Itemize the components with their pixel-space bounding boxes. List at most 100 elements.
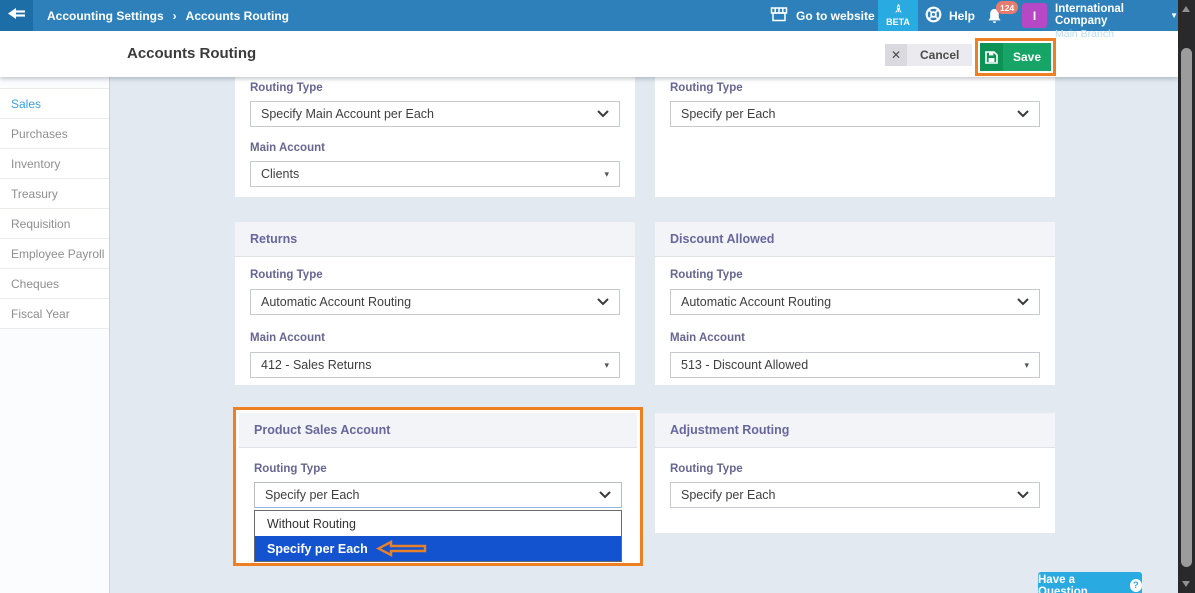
settings-sidebar: Sales Purchases Inventory Treasury Requi… xyxy=(0,77,110,593)
routing-type-label: Routing Type xyxy=(670,82,1040,94)
notification-count-badge: 124 xyxy=(996,1,1018,14)
chevron-down-icon xyxy=(597,295,609,309)
scrollbar-up-arrow-icon[interactable] xyxy=(1182,6,1190,12)
help-label: Help xyxy=(949,9,975,23)
save-button-label: Save xyxy=(1003,43,1051,71)
select-value: 513 - Discount Allowed xyxy=(681,358,808,372)
page-title: Accounts Routing xyxy=(127,31,256,77)
discount-allowed-panel: Discount Allowed Routing Type Automatic … xyxy=(655,222,1055,385)
chevron-down-icon xyxy=(599,488,611,502)
discount-main-account-select[interactable]: 513 - Discount Allowed ▾ xyxy=(670,352,1040,378)
adjustment-routing-type-select[interactable]: Specify per Each xyxy=(670,482,1040,508)
breadcrumb-current: Accounts Routing xyxy=(186,9,289,23)
returns-panel: Returns Routing Type Automatic Account R… xyxy=(235,222,635,385)
save-floppy-icon xyxy=(980,43,1003,71)
discount-routing-type-select[interactable]: Automatic Account Routing xyxy=(670,289,1040,315)
sidebar-item-cheques[interactable]: Cheques xyxy=(0,269,109,299)
vertical-scrollbar[interactable] xyxy=(1178,0,1195,593)
dropdown-option-without-routing[interactable]: Without Routing xyxy=(255,511,621,536)
routing-type-label: Routing Type xyxy=(250,82,620,94)
option-label: Specify per Each xyxy=(267,542,368,556)
dropdown-option-specify-per-each[interactable]: Specify per Each xyxy=(255,536,621,561)
routing-type-label: Routing Type xyxy=(254,463,622,475)
routing-type-label: Routing Type xyxy=(670,463,1040,475)
returns-routing-type-select[interactable]: Automatic Account Routing xyxy=(250,289,620,315)
select-value: Specify per Each xyxy=(265,488,360,502)
chevron-down-icon xyxy=(1017,295,1029,309)
rocket-icon xyxy=(893,4,904,17)
select-value: Specify per Each xyxy=(681,488,776,502)
product-sales-routing-type-select[interactable]: Specify per Each xyxy=(254,482,622,508)
main-account-label: Main Account xyxy=(250,332,620,344)
returns-panel-title: Returns xyxy=(235,222,635,257)
sales-main-account-select[interactable]: Clients ▾ xyxy=(250,161,620,187)
sidebar-list: Sales Purchases Inventory Treasury Requi… xyxy=(0,88,109,329)
caret-down-icon: ▾ xyxy=(604,169,609,180)
help-button[interactable]: Help xyxy=(925,0,975,31)
scrollbar-down-arrow-icon[interactable] xyxy=(1182,581,1190,587)
have-a-question-button[interactable]: Have a Question ? xyxy=(1038,572,1142,593)
beta-badge[interactable]: BETA xyxy=(878,0,918,31)
sidebar-item-purchases[interactable]: Purchases xyxy=(0,119,109,149)
product-sales-panel-title: Product Sales Account xyxy=(239,413,637,448)
top-navigation-bar: Accounting Settings › Accounts Routing G… xyxy=(0,0,1178,31)
sales-account-panel: Routing Type Specify Main Account per Ea… xyxy=(235,77,635,197)
sidebar-item-employee-payroll[interactable]: Employee Payroll xyxy=(0,239,109,269)
annotation-arrow-left-icon xyxy=(376,540,428,557)
cancel-button[interactable]: ✕ Cancel xyxy=(885,44,972,66)
company-name: International Company xyxy=(1055,3,1165,27)
returns-main-account-select[interactable]: 412 - Sales Returns ▾ xyxy=(250,352,620,378)
go-to-website-button[interactable]: Go to website xyxy=(770,0,875,31)
routing-type-label: Routing Type xyxy=(670,269,1040,281)
app-window: Accounting Settings › Accounts Routing G… xyxy=(0,0,1195,593)
life-ring-icon xyxy=(925,6,942,26)
notifications-button[interactable]: 124 xyxy=(987,0,1017,31)
adjustment-routing-panel-title: Adjustment Routing xyxy=(655,413,1055,448)
breadcrumb-separator-icon: › xyxy=(173,9,177,23)
select-value: Specify Main Account per Each xyxy=(261,107,434,121)
sidebar-item-inventory[interactable]: Inventory xyxy=(0,149,109,179)
caret-down-icon: ▾ xyxy=(604,360,609,371)
company-menu[interactable]: International Company ▼ Main Branch xyxy=(1055,3,1178,40)
select-value: 412 - Sales Returns xyxy=(261,358,371,372)
have-a-question-label: Have a Question xyxy=(1038,574,1124,593)
routing-type-dropdown-list: Without Routing Specify per Each xyxy=(254,510,622,562)
sidebar-item-fiscal-year[interactable]: Fiscal Year xyxy=(0,299,109,329)
sidebar-item-requisition[interactable]: Requisition xyxy=(0,209,109,239)
product-sales-highlight: Product Sales Account Routing Type Speci… xyxy=(233,407,643,566)
caret-down-icon: ▾ xyxy=(1024,360,1029,371)
select-value: Specify per Each xyxy=(681,107,776,121)
chevron-down-icon xyxy=(597,107,609,121)
company-branch: Main Branch xyxy=(1055,28,1178,40)
cancel-button-label: Cancel xyxy=(907,44,972,66)
main-account-label: Main Account xyxy=(670,332,1040,344)
adjustment-routing-panel: Adjustment Routing Routing Type Specify … xyxy=(655,413,1055,533)
sidebar-item-sales[interactable]: Sales xyxy=(0,89,109,119)
discount-allowed-panel-title: Discount Allowed xyxy=(655,222,1055,257)
website-icon xyxy=(770,7,788,25)
beta-label: BETA xyxy=(886,17,910,27)
top-right-routing-type-select[interactable]: Specify per Each xyxy=(670,101,1040,127)
chevron-down-icon xyxy=(1017,107,1029,121)
scrollbar-thumb[interactable] xyxy=(1181,48,1192,567)
select-value: Automatic Account Routing xyxy=(681,295,831,309)
go-to-website-label: Go to website xyxy=(796,9,875,23)
breadcrumb: Accounting Settings › Accounts Routing xyxy=(47,0,289,31)
chevron-down-icon xyxy=(1017,488,1029,502)
collapse-arrow-icon xyxy=(8,7,26,25)
top-right-panel: Routing Type Specify per Each xyxy=(655,77,1055,197)
sales-routing-type-select[interactable]: Specify Main Account per Each xyxy=(250,101,620,127)
chevron-down-icon: ▼ xyxy=(1170,11,1178,20)
page-header: Accounts Routing ✕ Cancel Save xyxy=(0,31,1178,77)
company-avatar[interactable]: I xyxy=(1022,3,1047,28)
select-value: Clients xyxy=(261,167,299,181)
save-button[interactable]: Save xyxy=(980,43,1051,71)
sidebar-item-treasury[interactable]: Treasury xyxy=(0,179,109,209)
question-mark-icon: ? xyxy=(1130,579,1142,592)
collapse-menu-button[interactable] xyxy=(0,0,33,31)
breadcrumb-parent[interactable]: Accounting Settings xyxy=(47,9,164,23)
select-value: Automatic Account Routing xyxy=(261,295,411,309)
save-button-highlight: Save xyxy=(975,38,1056,76)
main-account-label: Main Account xyxy=(250,142,620,154)
product-sales-panel: Product Sales Account Routing Type Speci… xyxy=(239,413,637,560)
